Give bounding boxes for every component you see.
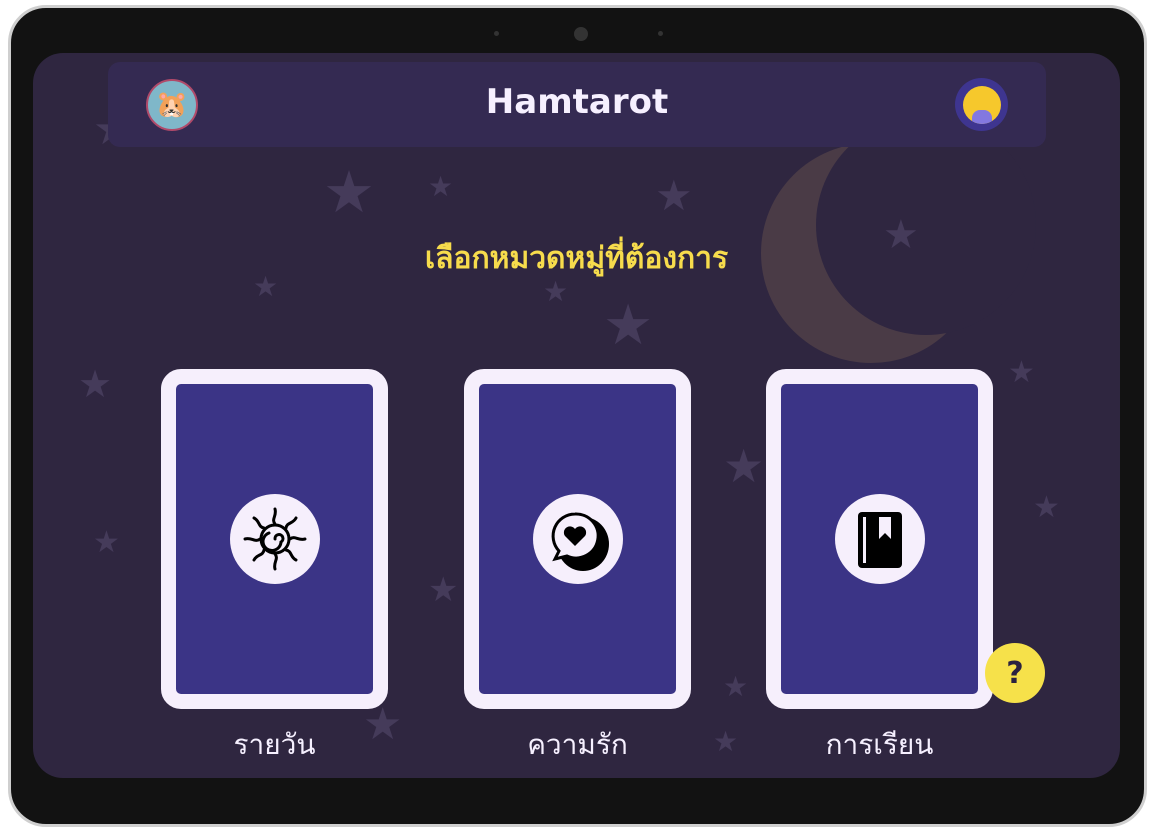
app-header: 🐹 Hamtarot — [108, 62, 1046, 147]
star-icon: ★ — [93, 525, 120, 560]
star-icon: ★ — [723, 670, 749, 703]
star-icon: ★ — [713, 725, 739, 758]
camera — [574, 27, 588, 41]
category-label: ความรัก — [527, 728, 628, 761]
star-icon: ★ — [428, 170, 454, 203]
help-button[interactable]: ? — [985, 643, 1045, 703]
star-icon: ★ — [1033, 490, 1060, 525]
star-icon: ★ — [323, 158, 375, 226]
sun-icon — [229, 494, 320, 584]
sensor — [658, 31, 663, 36]
avatar-icon — [962, 85, 1001, 124]
page-heading: เลือกหมวดหมู่ที่ต้องการ — [424, 241, 729, 276]
star-icon: ★ — [78, 362, 113, 406]
category-label: รายวัน — [233, 728, 316, 761]
moon-shadow — [816, 115, 1036, 335]
user-avatar[interactable] — [955, 78, 1008, 131]
heart-chat-icon — [532, 494, 623, 584]
star-icon: ★ — [723, 439, 765, 493]
app-screen: ★ ★ ★ ★ ★ ★ ★ ★ ★ ★ ★ ★ ★ ★ ★ ★ ★ 🐹 Hamt… — [33, 53, 1120, 778]
star-icon: ★ — [603, 293, 654, 358]
book-icon — [834, 494, 925, 584]
category-card-study[interactable] — [766, 369, 993, 709]
app-title: Hamtarot — [485, 82, 669, 122]
sensor — [494, 31, 499, 36]
category-card-daily[interactable] — [161, 369, 388, 709]
category-label: การเรียน — [825, 728, 934, 761]
category-card-love[interactable] — [464, 369, 691, 709]
star-icon: ★ — [428, 570, 459, 610]
star-icon: ★ — [655, 171, 693, 220]
star-icon: ★ — [543, 275, 569, 308]
star-icon: ★ — [1008, 355, 1035, 390]
